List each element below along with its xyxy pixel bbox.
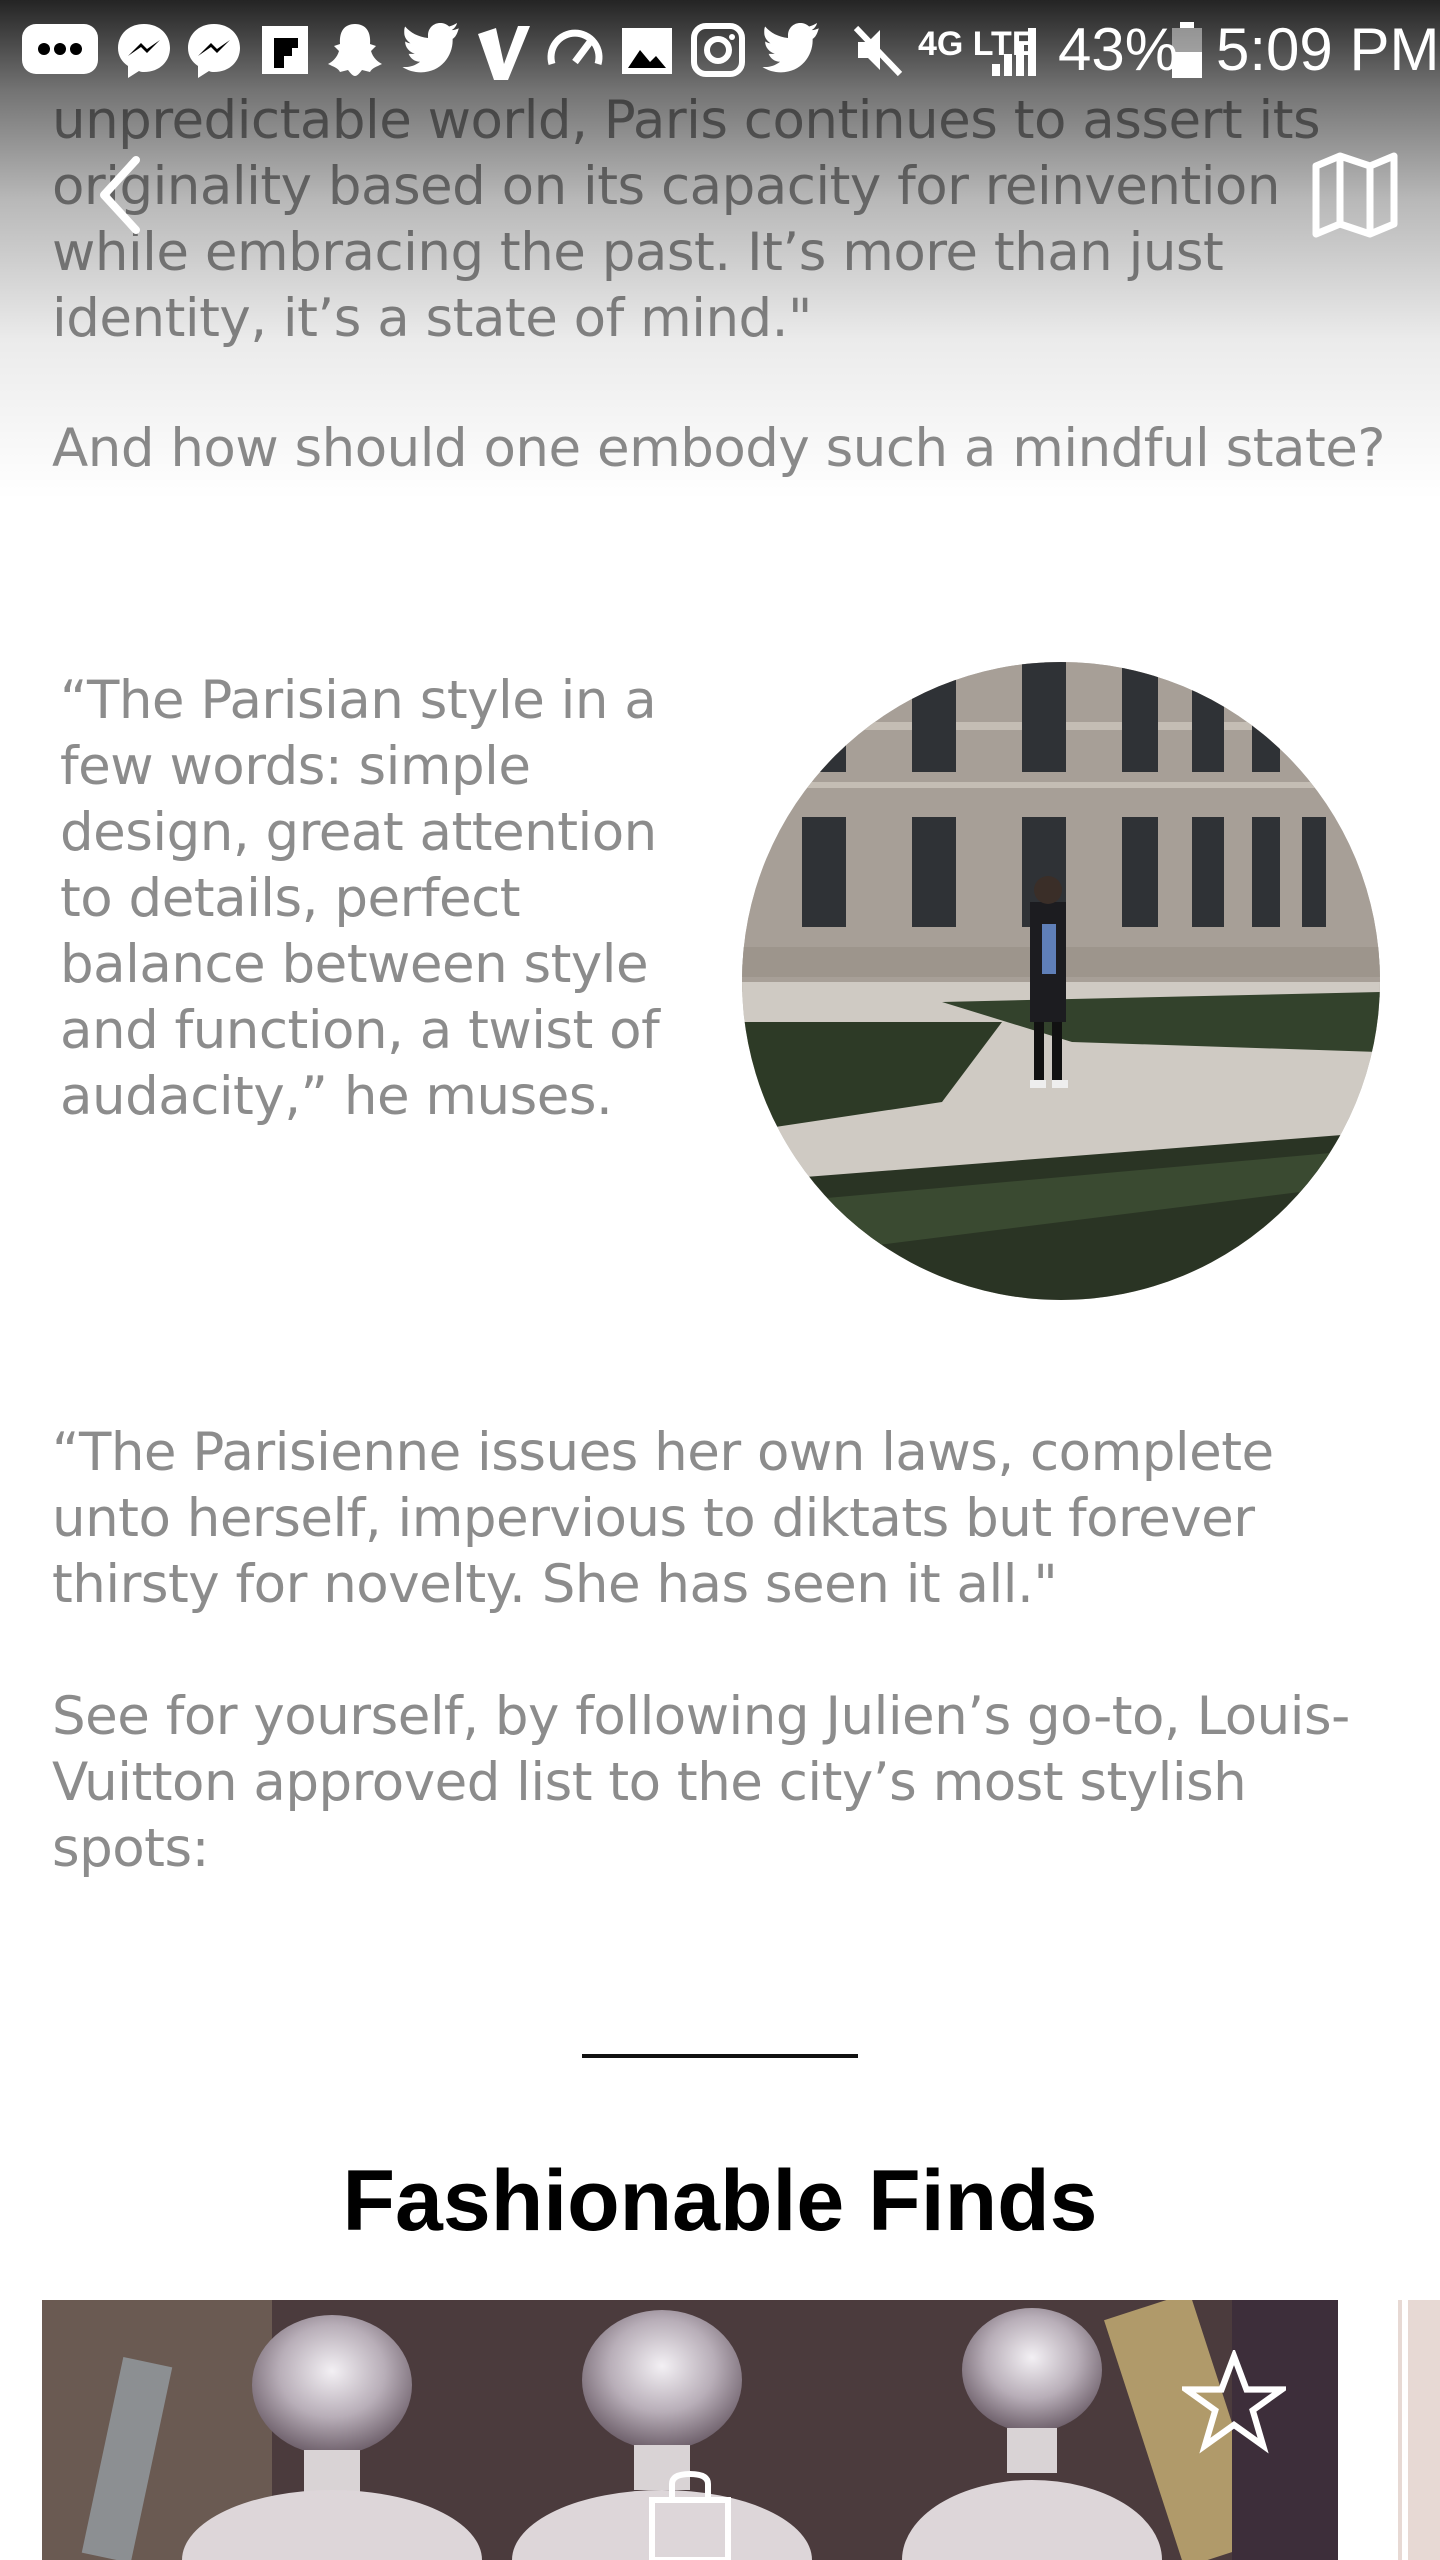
article-paragraph-question: And how should one embody such a mindful… xyxy=(52,418,1386,479)
vimeo-icon xyxy=(478,26,530,80)
article-quote-parisienne: “The Parisienne issues her own laws, com… xyxy=(52,1422,1274,1615)
article-paragraph-follow: See for yourself, by following Julien’s … xyxy=(52,1686,1350,1879)
article-quote-parisian-style: “The Parisian style in a few words: simp… xyxy=(60,670,660,1127)
star-outline-icon[interactable] xyxy=(1182,2350,1286,2454)
battery-percent: 43% xyxy=(1058,16,1179,83)
messenger-icon xyxy=(118,24,170,78)
chevron-left-icon[interactable] xyxy=(90,150,150,240)
next-place-card[interactable] xyxy=(1398,2300,1440,2560)
status-time: 5:09 PM xyxy=(1216,16,1440,83)
twitter-icon xyxy=(402,23,459,73)
article-paragraph-intro: unpredictable world, Paris continues to … xyxy=(52,90,1321,349)
mute-icon xyxy=(853,25,903,77)
gallery-icon xyxy=(622,28,672,74)
shopping-bag-icon xyxy=(649,2470,731,2560)
section-divider xyxy=(582,2054,858,2058)
portrait-photo xyxy=(742,662,1380,1300)
courtyard-photo-image xyxy=(742,662,1380,1300)
map-icon[interactable] xyxy=(1310,150,1400,240)
section-title: Fashionable Finds xyxy=(342,2153,1098,2249)
speedometer-icon xyxy=(547,29,603,65)
status-bar: 4G LTE 43% 5:09 PM xyxy=(0,0,1440,100)
instagram-icon xyxy=(691,23,745,77)
twitter-icon xyxy=(762,23,819,73)
messenger-icon xyxy=(188,24,240,78)
messages-icon xyxy=(22,24,98,74)
snapchat-icon xyxy=(328,24,382,76)
battery-icon xyxy=(1172,22,1202,78)
flipboard-icon xyxy=(262,26,308,74)
signal-icon xyxy=(992,28,1036,76)
